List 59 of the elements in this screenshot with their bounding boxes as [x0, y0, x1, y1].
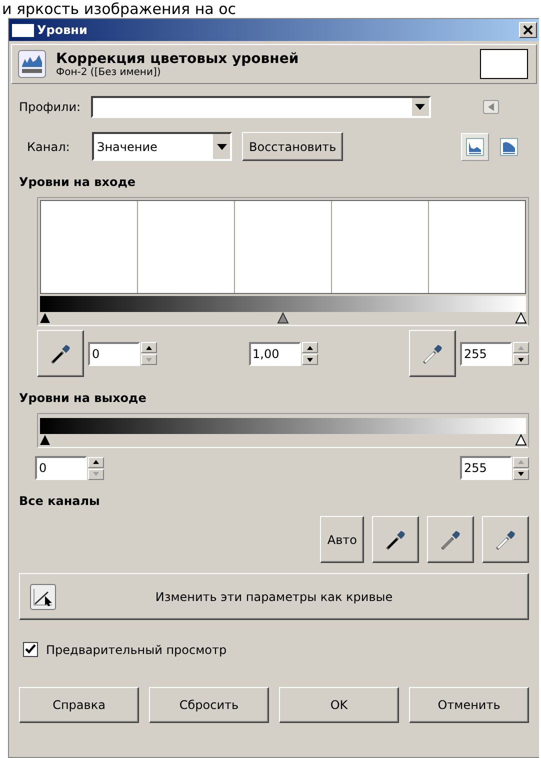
preview-thumbnail [480, 49, 528, 79]
down-arrow-icon [518, 358, 524, 362]
spin-down-button[interactable] [513, 468, 529, 480]
dialog-button[interactable]: Отменить [409, 687, 529, 723]
all-channels-heading: Все каналы [19, 494, 101, 508]
input-levels-heading: Уровни на входе [19, 175, 137, 189]
spin-down-button[interactable] [513, 354, 529, 365]
close-icon [523, 25, 533, 35]
dialog-button[interactable]: Сбросить [149, 687, 269, 723]
left-arrow-icon [488, 103, 494, 111]
up-arrow-icon [518, 460, 524, 464]
channel-dropdown[interactable]: Значение [92, 132, 232, 161]
close-button[interactable] [519, 22, 537, 38]
layer-name: Фон-2 ([Без имени]) [56, 66, 162, 78]
up-arrow-icon [306, 346, 312, 350]
edit-as-curves-button[interactable]: Изменить эти параметры как кривые [19, 573, 529, 620]
up-arrow-icon [146, 346, 152, 350]
eyedropper-button[interactable] [427, 516, 474, 563]
dropdown-arrow-icon [415, 104, 426, 110]
spin-up-button[interactable] [88, 456, 104, 468]
down-arrow-icon [93, 472, 99, 476]
window-title: Уровни [37, 23, 88, 37]
histogram-icon [18, 50, 46, 78]
checkbox[interactable] [23, 642, 38, 657]
eyedropper-button[interactable] [372, 516, 419, 563]
down-arrow-icon [306, 358, 312, 362]
dropdown-arrow-icon [216, 144, 226, 150]
up-arrow-icon [518, 346, 524, 350]
gamma-field[interactable]: 1,00 [248, 342, 300, 366]
dialog-button[interactable]: Справка [19, 687, 139, 723]
background-text: и яркость изображения на ос [1, 0, 238, 18]
output-high-field[interactable]: 255 [460, 456, 512, 480]
eyedropper-button[interactable] [482, 516, 529, 563]
spin-down-button[interactable] [302, 354, 318, 365]
window-icon [12, 24, 34, 36]
menu-toggle-button[interactable] [482, 100, 499, 114]
restore-button[interactable]: Восстановить [242, 132, 344, 161]
linear-histogram-button[interactable] [461, 132, 489, 160]
down-arrow-icon [146, 358, 152, 362]
curves-icon [30, 584, 56, 610]
eyedropper-button[interactable] [409, 330, 456, 377]
preview-checkbox[interactable]: Предварительный просмотр [23, 642, 529, 657]
output-levels-heading: Уровни на выходе [19, 391, 148, 405]
dialog-heading: Коррекция цветовых уровней [56, 50, 300, 66]
profiles-label: Профили: [19, 100, 81, 114]
auto-button[interactable]: Авто [320, 516, 364, 563]
low-input-field[interactable]: 0 [88, 342, 140, 366]
linear-histogram-icon [466, 138, 484, 156]
profiles-dropdown[interactable] [90, 96, 431, 118]
channel-label: Канал: [27, 140, 71, 154]
dialog-button[interactable]: OK [279, 687, 399, 723]
log-histogram-icon [500, 138, 518, 156]
output-low-field[interactable]: 0 [35, 456, 87, 480]
spin-up-button[interactable] [302, 342, 318, 353]
up-arrow-icon [93, 460, 99, 464]
down-arrow-icon [518, 472, 524, 476]
eyedropper-button[interactable] [37, 330, 84, 377]
high-input-field[interactable]: 255 [460, 342, 512, 366]
spin-up-button[interactable] [141, 342, 157, 353]
